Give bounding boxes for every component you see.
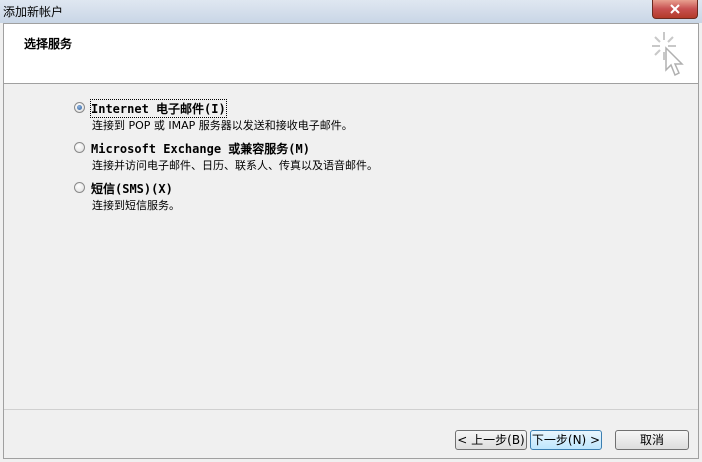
window-title: 添加新帐户 <box>3 5 64 19</box>
page-title: 选择服务 <box>24 37 73 51</box>
dialog-header: 选择服务 <box>4 24 698 84</box>
add-account-dialog: 选择服务 Internet 电子邮件(I) 连接到 POP 或 IMAP 服务器… <box>3 23 699 459</box>
option-label[interactable]: Microsoft Exchange 或兼容服务(M) <box>91 140 310 157</box>
radio-exchange[interactable] <box>74 142 85 153</box>
option-description: 连接到 POP 或 IMAP 服务器以发送和接收电子邮件。 <box>92 119 353 132</box>
title-bar: 添加新帐户 <box>0 0 702 23</box>
back-button[interactable]: < 上一步(B) <box>455 430 527 450</box>
option-label[interactable]: Internet 电子邮件(I) <box>90 99 227 118</box>
option-label[interactable]: 短信(SMS)(X) <box>91 180 173 197</box>
radio-sms[interactable] <box>74 182 85 193</box>
radio-internet-email[interactable] <box>74 102 85 113</box>
close-button[interactable] <box>652 0 698 19</box>
option-description: 连接到短信服务。 <box>92 199 180 212</box>
wizard-sparkle-cursor-icon <box>652 32 684 77</box>
footer-divider <box>4 409 698 410</box>
cancel-button[interactable]: 取消 <box>615 430 689 450</box>
option-description: 连接并访问电子邮件、日历、联系人、传真以及语音邮件。 <box>92 159 378 172</box>
next-button[interactable]: 下一步(N) > <box>530 430 602 450</box>
close-icon <box>670 4 680 14</box>
